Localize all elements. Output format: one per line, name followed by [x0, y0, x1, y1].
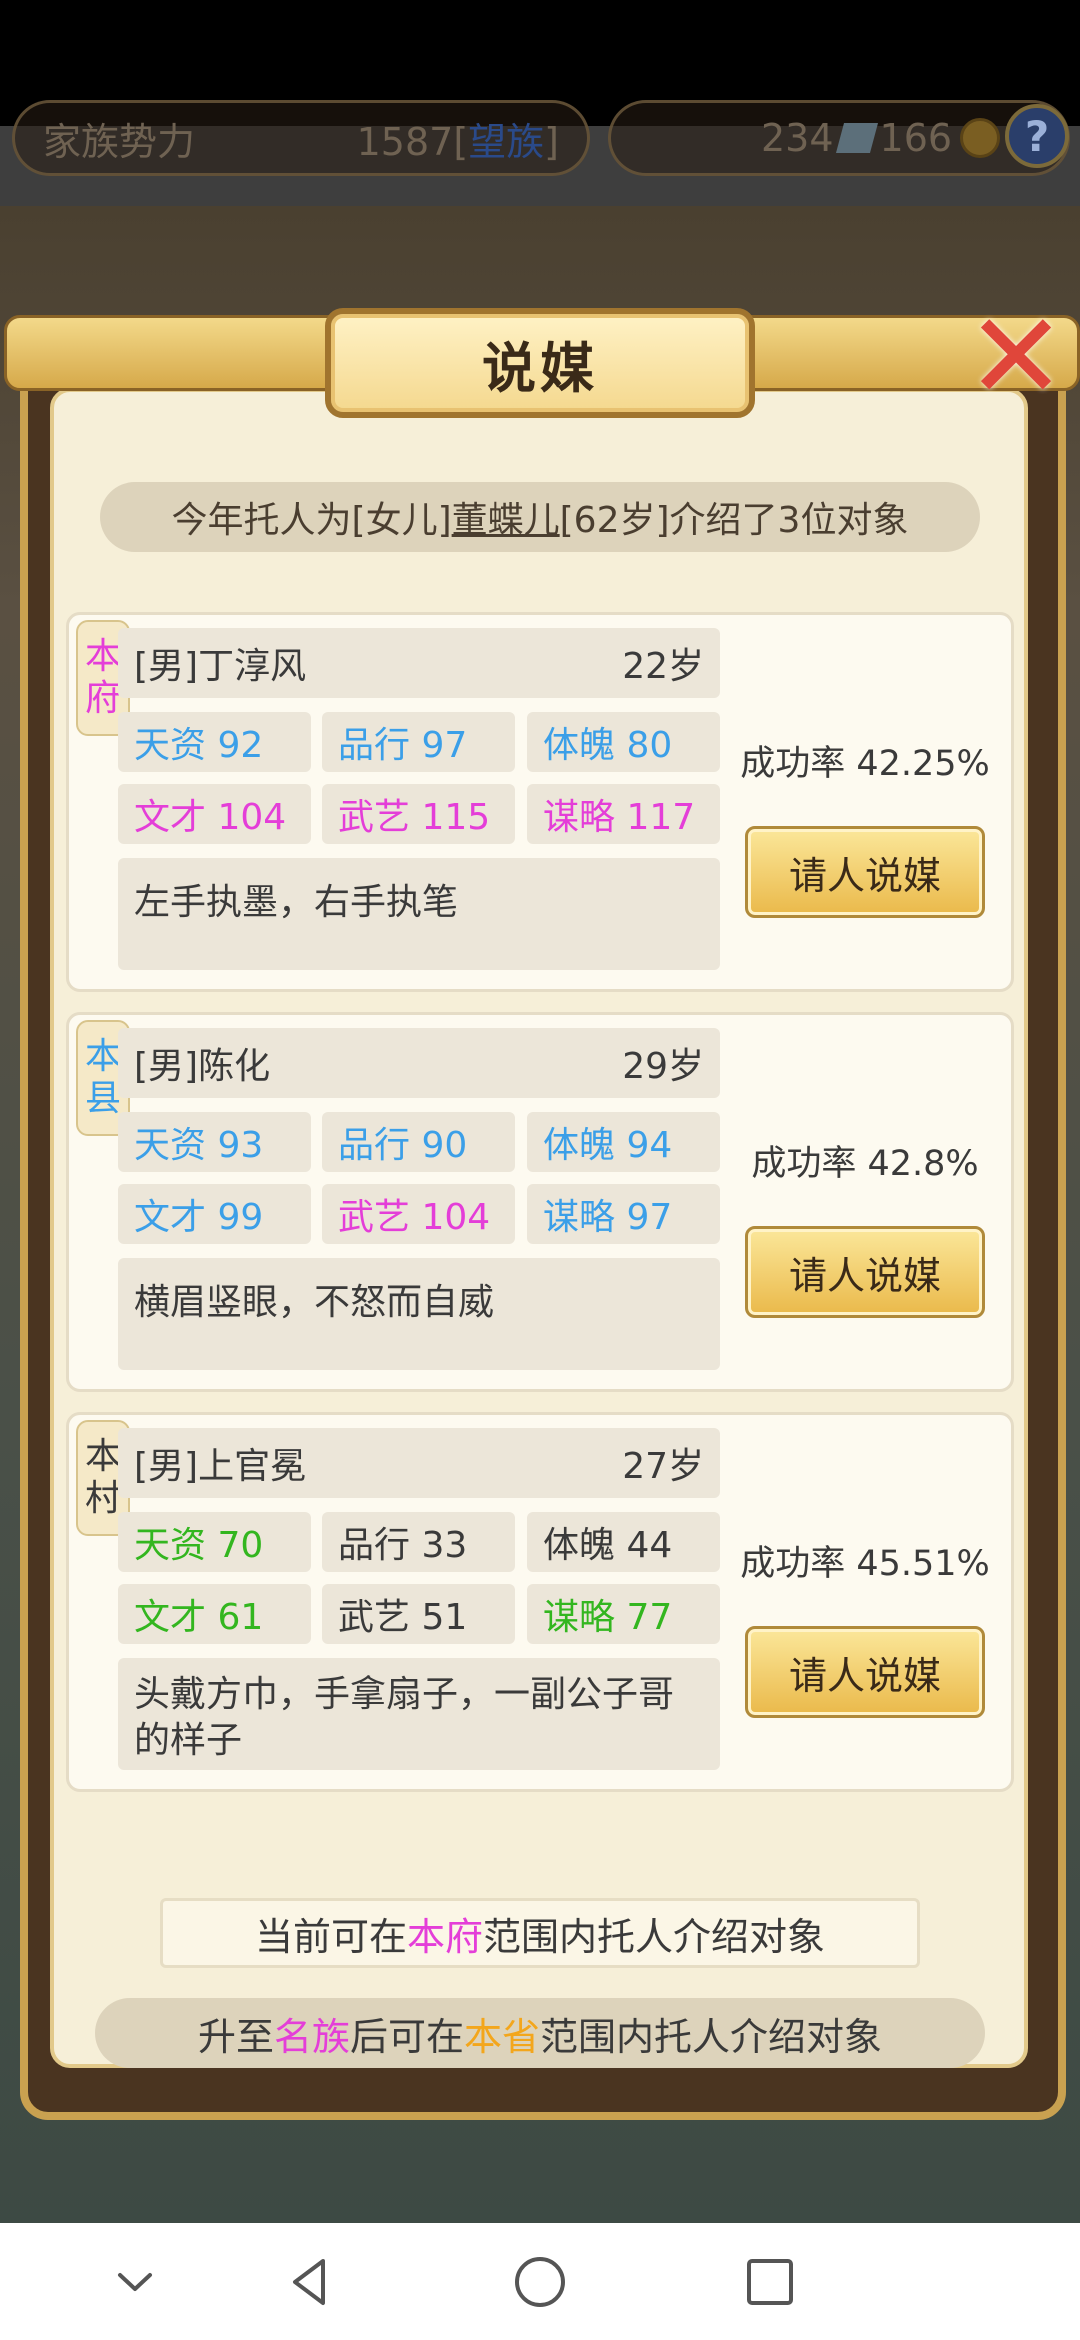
success-rate: 成功率 45.51% — [740, 1544, 990, 1584]
stat-strategy: 谋略 77 — [527, 1584, 720, 1644]
intro-suffix: [62岁]介绍了3位对象 — [559, 500, 909, 541]
recents-square-icon[interactable] — [735, 2247, 805, 2317]
close-button[interactable]: ✕ — [960, 298, 1072, 420]
stat-literary: 文才 104 — [118, 784, 311, 844]
stat-physique: 体魄 94 — [527, 1112, 720, 1172]
region-char-1: 本 — [84, 1036, 121, 1077]
stat-martial: 武艺 51 — [322, 1584, 515, 1644]
family-power-value: 1587 — [356, 119, 454, 164]
stat-physique: 体魄 80 — [527, 712, 720, 772]
region-char-1: 本 — [84, 1436, 121, 1477]
region-char-2: 村 — [84, 1478, 121, 1519]
candidate-age: 29岁 — [622, 1046, 704, 1087]
candidate-age: 22岁 — [622, 646, 704, 687]
stat-physique: 体魄 44 — [527, 1512, 720, 1572]
success-rate: 成功率 42.8% — [751, 1144, 979, 1184]
scope-text: 范围内托人介绍对象 — [483, 1914, 826, 1959]
candidate-description: 左手执墨，右手执笔 — [118, 858, 720, 970]
system-nav-bar — [0, 2223, 1080, 2340]
upgrade-text: 范围内托人介绍对象 — [540, 2014, 883, 2059]
coin-icon — [960, 118, 1001, 158]
family-power-value-group: 1587[望族] — [356, 119, 559, 164]
stat-martial: 武艺 104 — [322, 1184, 515, 1244]
candidate-name: [男]丁淳风 — [134, 646, 307, 687]
upgrade-text: 后可在 — [349, 2014, 464, 2059]
stat-conduct: 品行 90 — [322, 1112, 515, 1172]
stat-talent: 天资 70 — [118, 1512, 311, 1572]
candidate-age: 27岁 — [622, 1446, 704, 1487]
home-circle-icon[interactable] — [505, 2247, 575, 2317]
intro-prefix: 今年托人为[女儿] — [171, 500, 452, 541]
candidate-name: [男]陈化 — [134, 1046, 271, 1087]
candidate-name-row: [男]陈化 29岁 — [118, 1028, 720, 1098]
dialog-title: 说媒 — [325, 308, 755, 418]
region-char-2: 县 — [84, 1078, 121, 1119]
chevron-down-icon[interactable] — [100, 2247, 170, 2317]
help-icon[interactable]: ? — [1005, 104, 1069, 168]
intro-text: 今年托人为[女儿] 董蝶儿 [62岁]介绍了3位对象 — [100, 482, 980, 552]
silver-count: 234 — [761, 116, 834, 160]
candidate-name-row: [男]丁淳风 22岁 — [118, 628, 720, 698]
current-scope-note: 当前可在 本府 范围内托人介绍对象 — [160, 1898, 920, 1968]
daughter-name[interactable]: 董蝶儿 — [452, 491, 560, 543]
matchmake-button[interactable]: 请人说媒 — [745, 826, 985, 918]
upgrade-scope-note: 升至 名族 后可在 本省 范围内托人介绍对象 — [95, 1998, 985, 2068]
stat-conduct: 品行 97 — [322, 712, 515, 772]
region-char-1: 本 — [84, 636, 121, 677]
stat-literary: 文才 61 — [118, 1584, 311, 1644]
upgrade-rank-highlight: 名族 — [273, 2014, 350, 2059]
candidate-description: 头戴方巾，手拿扇子，一副公子哥的样子 — [118, 1658, 720, 1770]
success-rate: 成功率 42.25% — [740, 744, 990, 784]
stat-strategy: 谋略 97 — [527, 1184, 720, 1244]
family-rank: 望族 — [468, 119, 545, 164]
candidate-name-row: [男]上官冕 27岁 — [118, 1428, 720, 1498]
family-power-label: 家族势力 — [43, 119, 196, 164]
upgrade-scope-highlight: 本省 — [464, 2014, 541, 2059]
gem-count: 166 — [879, 116, 953, 160]
matchmake-button[interactable]: 请人说媒 — [745, 1626, 985, 1718]
scope-highlight: 本府 — [406, 1914, 483, 1959]
stat-talent: 天资 93 — [118, 1112, 311, 1172]
upgrade-text: 升至 — [197, 2014, 274, 2059]
gem-icon — [835, 123, 878, 153]
matchmake-button[interactable]: 请人说媒 — [745, 1226, 985, 1318]
stat-literary: 文才 99 — [118, 1184, 311, 1244]
stat-conduct: 品行 33 — [322, 1512, 515, 1572]
stat-strategy: 谋略 117 — [527, 784, 720, 844]
currency-bar[interactable]: 234 166 — [608, 100, 1070, 176]
candidate-description: 横眉竖眼，不怒而自威 — [118, 1258, 720, 1370]
region-char-2: 府 — [84, 678, 121, 719]
family-power-bar[interactable]: 家族势力 1587[望族] — [12, 100, 590, 176]
stat-talent: 天资 92 — [118, 712, 311, 772]
candidate-name: [男]上官冕 — [134, 1446, 307, 1487]
back-triangle-icon[interactable] — [275, 2247, 345, 2317]
stat-martial: 武艺 115 — [322, 784, 515, 844]
scope-text: 当前可在 — [254, 1914, 407, 1959]
